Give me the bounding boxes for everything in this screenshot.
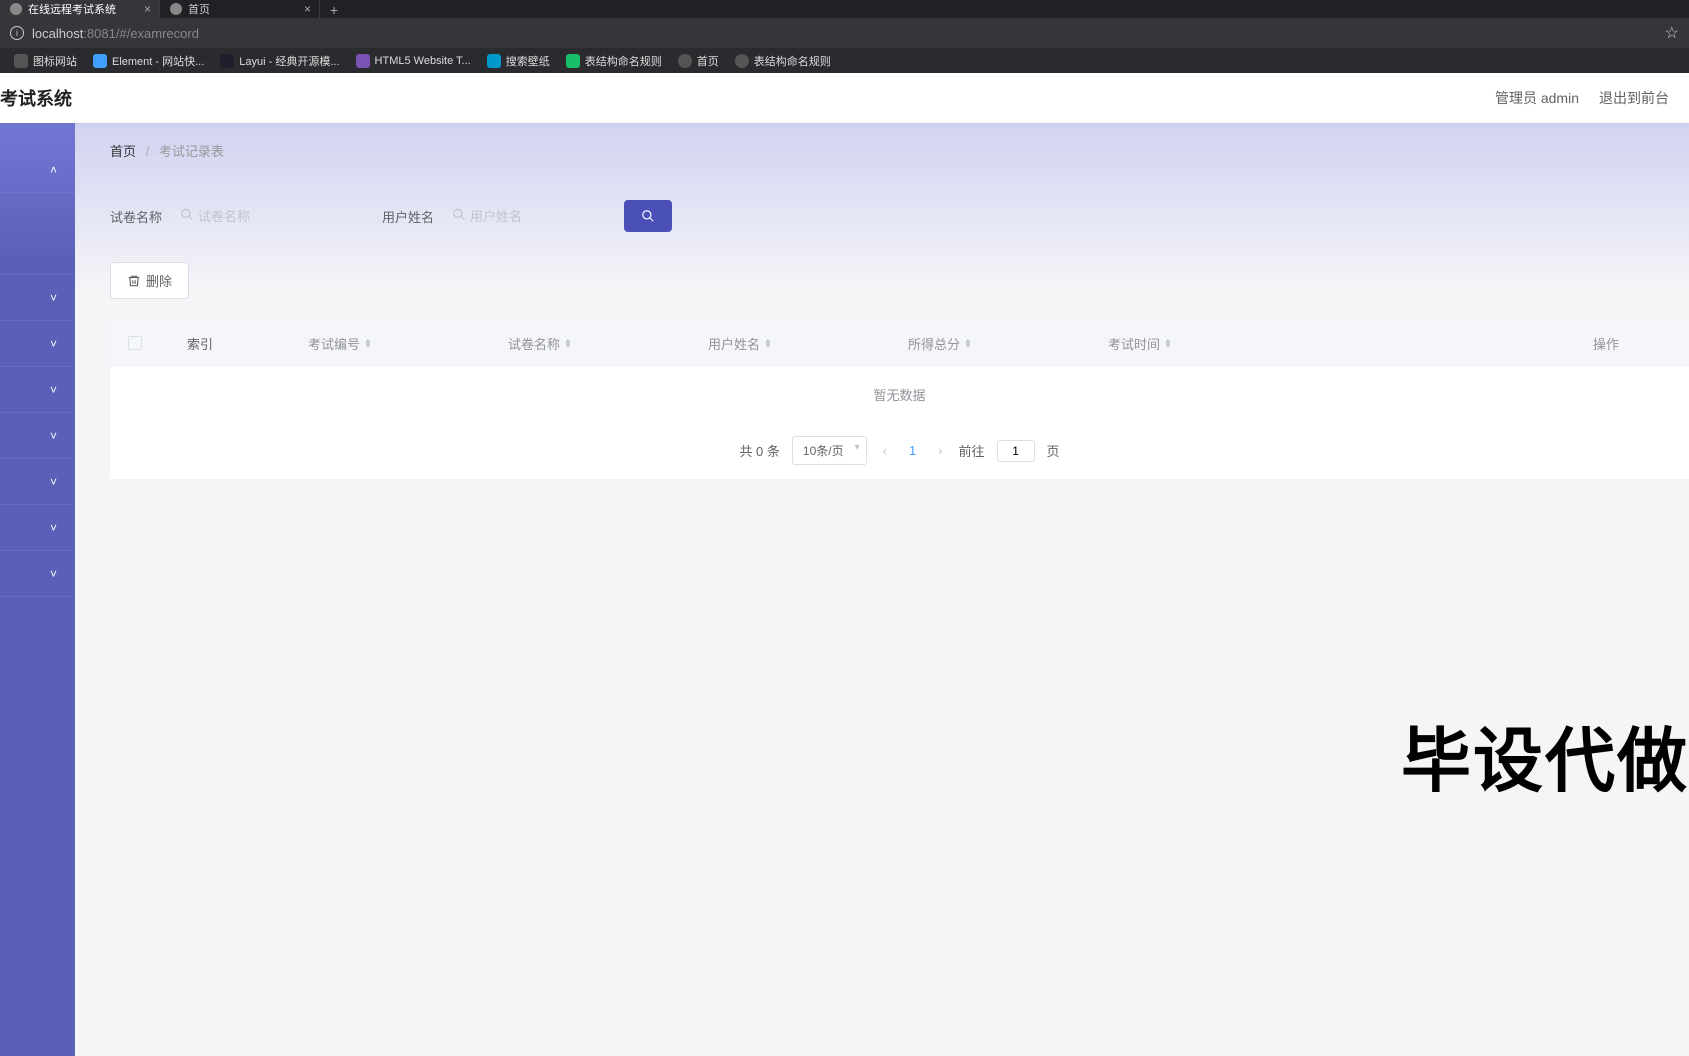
delete-label: 删除 (146, 271, 172, 290)
bookmark-bar: 图标网站 Element - 网站快... Layui - 经典开源模... H… (0, 48, 1689, 73)
browser-tab-2[interactable]: 首页 × (160, 0, 320, 18)
page-size-select[interactable]: 10条/页 (792, 436, 867, 465)
close-icon[interactable]: × (304, 2, 311, 16)
new-tab-button[interactable]: + (320, 2, 348, 18)
col-score[interactable]: 所得总分▲▼ (840, 334, 1040, 353)
favicon-icon (10, 3, 22, 15)
sidebar-item[interactable] (0, 193, 75, 275)
bookmark-icon (487, 54, 501, 68)
bookmark-item[interactable]: Element - 网站快... (87, 51, 210, 71)
paper-name-input[interactable] (172, 203, 332, 230)
table-empty: 暂无数据 (110, 367, 1689, 422)
sort-icon[interactable]: ▲▼ (364, 338, 372, 348)
chevron-down-icon: ˅ (50, 383, 57, 397)
col-exam-time[interactable]: 考试时间▲▼ (1040, 334, 1240, 353)
next-page-button[interactable]: › (934, 443, 946, 458)
breadcrumb-home[interactable]: 首页 (110, 144, 136, 159)
app-title: 考试系统 (0, 85, 72, 111)
page-number[interactable]: 1 (903, 443, 922, 458)
col-user-name[interactable]: 用户姓名▲▼ (640, 334, 840, 353)
search-button[interactable] (624, 200, 672, 232)
bookmark-item[interactable]: 表结构命名规则 (729, 51, 837, 71)
bookmark-item[interactable]: 图标网站 (8, 51, 83, 71)
sort-icon[interactable]: ▲▼ (964, 338, 972, 348)
bookmark-icon (566, 54, 580, 68)
sidebar-item[interactable]: ˅ (0, 321, 75, 367)
sidebar-item[interactable]: ˅ (0, 413, 75, 459)
sidebar-item[interactable]: ˅ (0, 459, 75, 505)
url-port: :8081 (83, 26, 116, 41)
chevron-down-icon: ˅ (50, 337, 57, 351)
content-area: 首页 / 考试记录表 试卷名称 用户姓名 (75, 123, 1689, 1056)
chevron-up-icon: ˄ (50, 163, 57, 177)
bookmark-icon (220, 54, 234, 68)
url-path: /#/examrecord (116, 26, 199, 41)
bookmark-icon (678, 54, 692, 68)
pagination-total: 共 0 条 (739, 441, 779, 460)
favicon-icon (170, 3, 182, 15)
pagination: 共 0 条 10条/页 ‹ 1 › 前往 页 (110, 422, 1689, 479)
sidebar: ˄ 理˅ ˅ ˅ ˅ ˅ ˅ ˅ (0, 123, 75, 1056)
watermark-text: 毕设代做 (1401, 705, 1689, 806)
chevron-down-icon: ˅ (50, 291, 57, 305)
sidebar-item[interactable]: ˅ (0, 551, 75, 597)
bookmark-item[interactable]: 表结构命名规则 (560, 51, 668, 71)
breadcrumb-sep: / (146, 144, 150, 159)
close-icon[interactable]: × (144, 2, 151, 16)
app-header: 考试系统 管理员 admin 退出到前台 (0, 73, 1689, 123)
breadcrumb: 首页 / 考试记录表 (110, 141, 1689, 160)
sidebar-item[interactable]: ˅ (0, 505, 75, 551)
bookmark-icon (14, 54, 28, 68)
sort-icon[interactable]: ▲▼ (564, 338, 572, 348)
bookmark-item[interactable]: 搜索壁纸 (481, 51, 556, 71)
goto-prefix: 前往 (959, 441, 985, 460)
tab-title: 在线远程考试系统 (28, 1, 116, 17)
search-row: 试卷名称 用户姓名 (110, 200, 1689, 232)
prev-page-button[interactable]: ‹ (879, 443, 891, 458)
url-host: localhost (32, 26, 83, 41)
bookmark-icon (356, 54, 370, 68)
sort-icon[interactable]: ▲▼ (1164, 338, 1172, 348)
delete-button[interactable]: 删除 (110, 262, 189, 299)
tab-title: 首页 (188, 1, 210, 17)
admin-label[interactable]: 管理员 admin (1495, 88, 1579, 108)
col-index: 索引 (160, 334, 240, 353)
chevron-down-icon: ˅ (50, 475, 57, 489)
bookmark-icon (735, 54, 749, 68)
browser-tab-1[interactable]: 在线远程考试系统 × (0, 0, 160, 18)
bookmark-item[interactable]: Layui - 经典开源模... (214, 51, 345, 71)
goto-page-input[interactable] (997, 440, 1035, 462)
search-icon (180, 208, 194, 225)
bookmark-icon (93, 54, 107, 68)
chevron-down-icon: ˅ (50, 567, 57, 581)
sidebar-item[interactable]: ˄ (0, 147, 75, 193)
address-bar[interactable]: i localhost:8081/#/examrecord ☆ (0, 18, 1689, 48)
user-name-label: 用户姓名 (382, 207, 434, 226)
breadcrumb-current: 考试记录表 (159, 144, 224, 159)
sidebar-item[interactable]: ˅ (0, 367, 75, 413)
bookmark-item[interactable]: 首页 (672, 51, 725, 71)
goto-suffix: 页 (1047, 441, 1060, 460)
col-paper-name[interactable]: 试卷名称▲▼ (440, 334, 640, 353)
paper-name-label: 试卷名称 (110, 207, 162, 226)
chevron-down-icon: ˅ (50, 521, 57, 535)
col-exam-no[interactable]: 考试编号▲▼ (240, 334, 440, 353)
logout-link[interactable]: 退出到前台 (1599, 88, 1669, 108)
col-ops: 操作 (1240, 334, 1689, 353)
info-icon[interactable]: i (10, 26, 24, 40)
search-icon (452, 208, 466, 225)
star-icon[interactable]: ☆ (1665, 23, 1679, 43)
table-header: 索引 考试编号▲▼ 试卷名称▲▼ 用户姓名▲▼ 所得总分▲▼ 考试时间▲▼ 操作 (110, 319, 1689, 367)
sidebar-item[interactable]: 理˅ (0, 275, 75, 321)
bookmark-item[interactable]: HTML5 Website T... (350, 52, 477, 70)
select-all-checkbox[interactable] (128, 336, 142, 350)
browser-tabs: 在线远程考试系统 × 首页 × + (0, 0, 1689, 18)
user-name-input[interactable] (444, 203, 604, 230)
sort-icon[interactable]: ▲▼ (764, 338, 772, 348)
chevron-down-icon: ˅ (50, 429, 57, 443)
data-table: 索引 考试编号▲▼ 试卷名称▲▼ 用户姓名▲▼ 所得总分▲▼ 考试时间▲▼ 操作… (110, 319, 1689, 479)
trash-icon (127, 274, 141, 288)
